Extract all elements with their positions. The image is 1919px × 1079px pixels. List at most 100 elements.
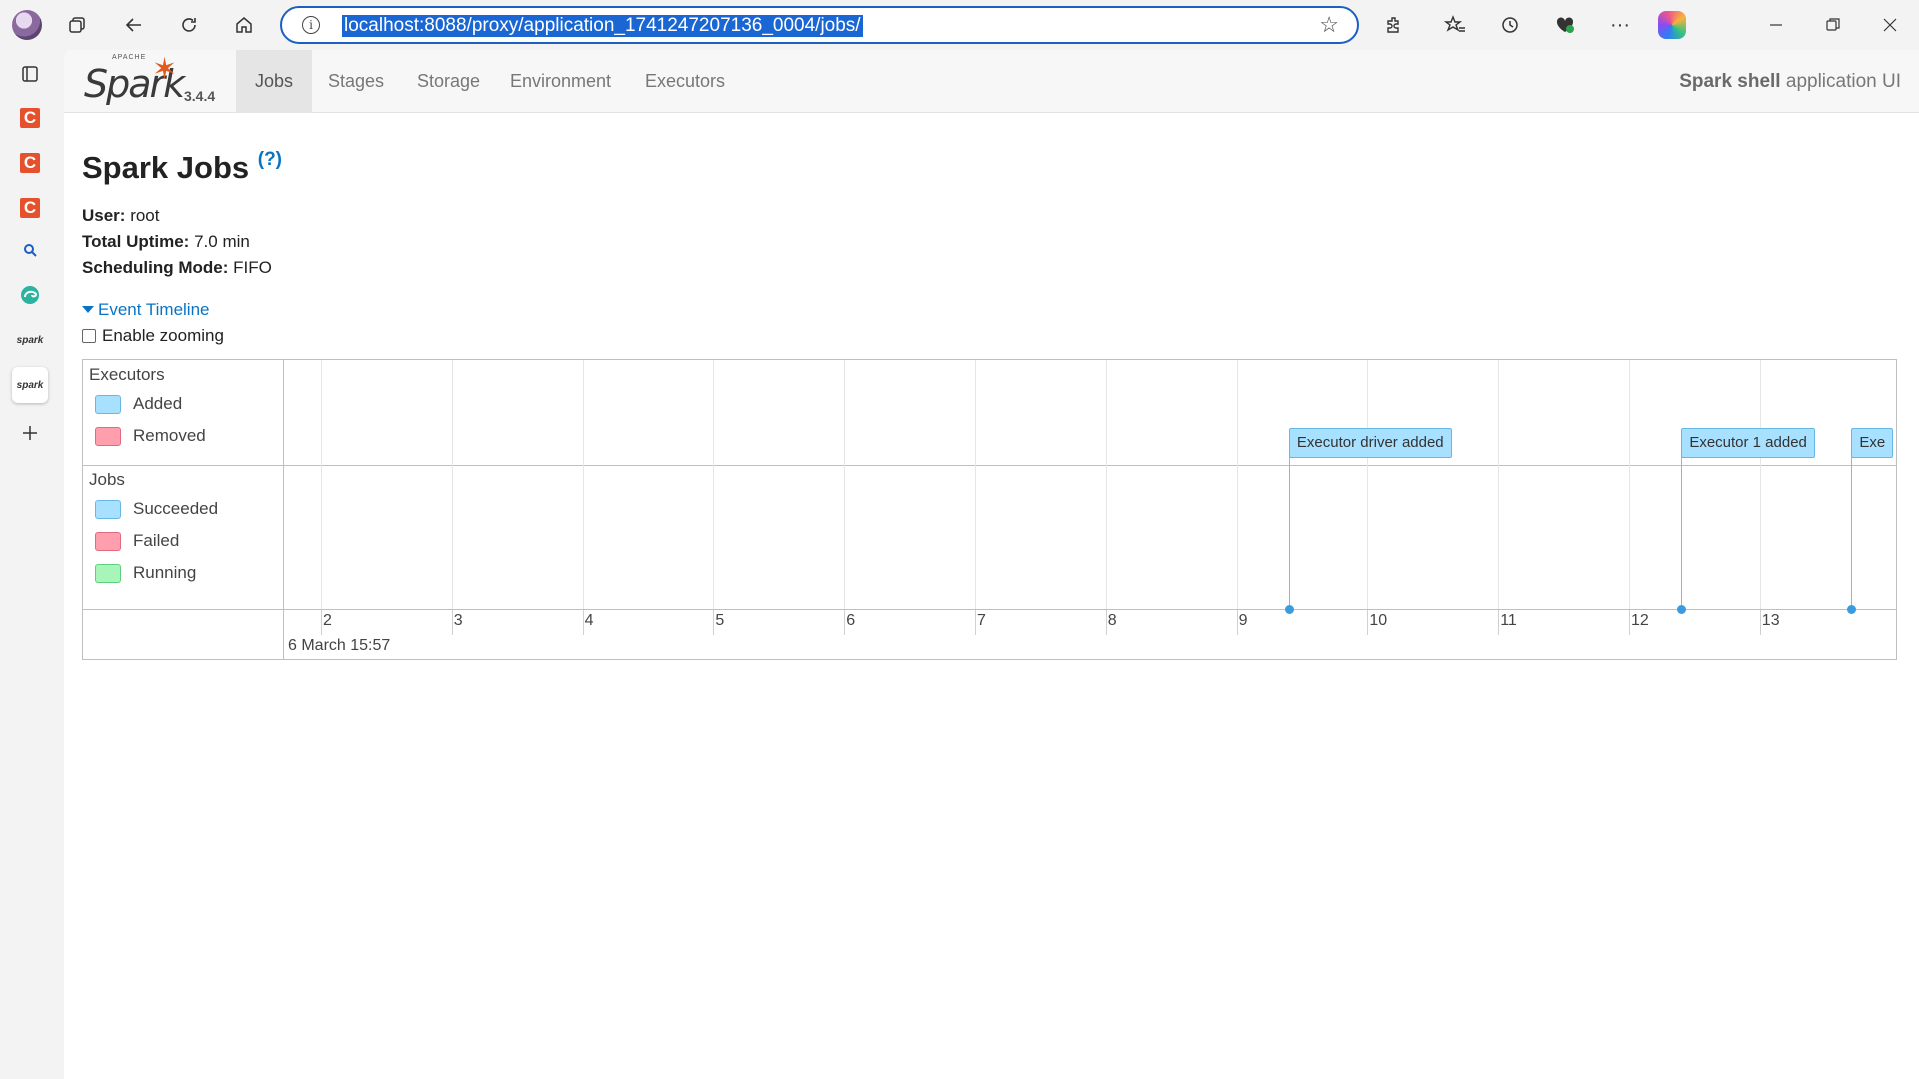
legend-removed-label: Removed [133, 426, 206, 445]
legend-removed: Removed [95, 426, 206, 446]
axis-tick-label: 9 [1238, 612, 1248, 629]
spark-logo[interactable]: APACHE Spark ✶ 3.4.4 [82, 53, 215, 110]
tab-storage[interactable]: Storage [398, 50, 499, 113]
legend-running-swatch [95, 563, 121, 583]
axis-tick-mark [1367, 610, 1369, 635]
url-text[interactable]: localhost:8088/proxy/application_1741247… [342, 15, 863, 37]
executor-event-box[interactable]: Executor 1 added [1681, 428, 1815, 458]
close-icon[interactable] [1872, 8, 1908, 42]
grid-line [1759, 360, 1761, 609]
executor-event-box[interactable]: Exe [1851, 428, 1894, 458]
profile-avatar[interactable] [12, 10, 42, 40]
grid-line [1105, 360, 1107, 609]
legend-failed-label: Failed [133, 531, 180, 550]
axis-tick-mark [451, 610, 453, 635]
grid-line [1498, 360, 1500, 609]
spark-navbar: APACHE Spark ✶ 3.4.4 Jobs Stages Storage… [64, 50, 1919, 113]
axis-tick-label: 5 [715, 612, 725, 629]
axis-tick-mark [1105, 610, 1107, 635]
axis-tick-mark [321, 610, 322, 635]
copilot-icon[interactable] [1658, 11, 1686, 39]
axis-tick-label: 7 [977, 612, 986, 629]
user-info: User: root [82, 206, 160, 226]
executors-jobs-separator [83, 465, 1896, 466]
grid-line [1367, 360, 1369, 609]
axis-tick-label: 4 [584, 612, 594, 629]
axis-tick-mark [713, 610, 715, 635]
spark-icon[interactable]: spark [12, 322, 48, 358]
tab-executors[interactable]: Executors [626, 50, 744, 113]
add-icon[interactable] [12, 415, 48, 451]
legend-succeeded: Succeeded [95, 499, 218, 519]
tab-jobs[interactable]: Jobs [236, 50, 313, 113]
workspaces-icon[interactable] [60, 8, 96, 42]
uptime-value: 7.0 min [189, 232, 250, 251]
event-timeline: Executors Added Removed Jobs Succeeded F… [82, 359, 1897, 660]
executors-group-title: Executors [89, 365, 165, 384]
axis-tick-label: 10 [1369, 612, 1388, 629]
event-dot[interactable] [1284, 605, 1294, 614]
mode-label: Scheduling Mode: [82, 258, 229, 277]
grid-line [975, 360, 976, 609]
event-timeline-label: Event Timeline [98, 300, 210, 319]
enable-zooming-label: Enable zooming [102, 326, 224, 345]
grid-line [1236, 360, 1238, 609]
favorite-star-icon[interactable]: ☆ [1319, 12, 1339, 38]
axis-tick-label: 6 [846, 612, 856, 629]
tab-stages[interactable]: Stages [309, 50, 403, 113]
c-app-icon[interactable]: C [12, 145, 48, 181]
spark-ui-page: APACHE Spark ✶ 3.4.4 Jobs Stages Storage… [64, 50, 1919, 1079]
event-timeline-toggle[interactable]: Event Timeline [82, 300, 210, 320]
c-app-icon[interactable]: C [12, 100, 48, 136]
grid-line [582, 360, 584, 609]
spark-star-icon: ✶ [152, 53, 178, 86]
axis-date-label: 6 March 15:57 [288, 637, 391, 654]
extensions-icon[interactable] [1376, 8, 1412, 42]
more-icon[interactable]: ··· [1602, 8, 1638, 42]
spark-icon[interactable]: spark [12, 367, 48, 403]
tab-actions-icon[interactable] [12, 56, 48, 92]
legend-running: Running [95, 563, 196, 583]
minimize-icon[interactable] [1758, 8, 1794, 42]
axis-tick-mark [1759, 610, 1761, 635]
vertical-tabs-sidebar: C C C spark spark [0, 50, 64, 1079]
legend-succeeded-swatch [95, 499, 121, 519]
legend-removed-swatch [95, 426, 121, 446]
page-title-text: Spark Jobs [82, 150, 250, 185]
help-link[interactable]: (?) [258, 149, 282, 170]
history-icon[interactable] [1492, 8, 1528, 42]
axis-tick-label: 13 [1761, 612, 1780, 629]
scheduling-mode-info: Scheduling Mode: FIFO [82, 258, 272, 278]
browser-essentials-icon[interactable] [1547, 8, 1583, 42]
legend-failed-swatch [95, 531, 121, 551]
grid-line [844, 360, 846, 609]
refresh-icon[interactable] [171, 8, 207, 42]
c-app-icon[interactable]: C [12, 190, 48, 226]
axis-tick-mark [1236, 610, 1238, 635]
back-icon[interactable] [116, 8, 152, 42]
event-dot[interactable] [1847, 605, 1857, 614]
axis-tick-mark [582, 610, 584, 635]
restore-icon[interactable] [1815, 8, 1851, 42]
edge-icon[interactable] [12, 277, 48, 313]
executor-event-box[interactable]: Executor driver added [1288, 428, 1452, 458]
event-dot[interactable] [1677, 605, 1687, 614]
enable-zooming-control: Enable zooming [82, 326, 224, 346]
address-bar[interactable]: i localhost:8088/proxy/application_17412… [280, 6, 1359, 44]
tab-environment[interactable]: Environment [491, 50, 630, 113]
caret-down-icon [82, 306, 94, 313]
favorites-icon[interactable] [1437, 8, 1473, 42]
enable-zooming-checkbox[interactable] [82, 329, 96, 343]
axis-tick-label: 2 [323, 612, 332, 629]
search-icon[interactable] [12, 232, 48, 268]
grid-line [451, 360, 453, 609]
info-icon[interactable]: i [302, 16, 320, 34]
browser-toolbar: i localhost:8088/proxy/application_17412… [0, 0, 1919, 50]
user-value: root [125, 206, 160, 225]
user-label: User: [82, 206, 126, 225]
legend-running-label: Running [133, 563, 197, 582]
home-icon[interactable] [226, 8, 262, 42]
grid-line [321, 360, 322, 609]
event-line [1288, 444, 1290, 609]
uptime-label: Total Uptime: [82, 232, 190, 251]
